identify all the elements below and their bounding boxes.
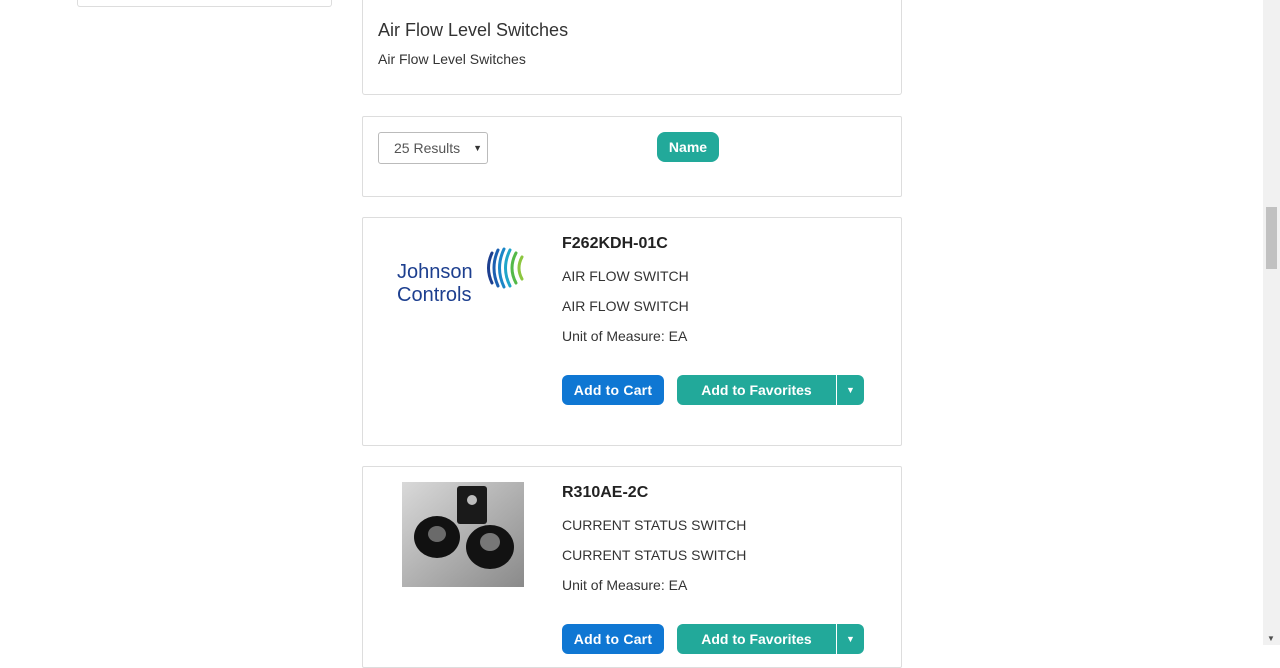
- category-header-panel: Air Flow Level Switches Air Flow Level S…: [362, 0, 902, 95]
- part-number[interactable]: F262KDH-01C: [562, 235, 668, 253]
- current-switch-photo: [402, 482, 524, 587]
- caret-down-icon: ▼: [846, 634, 855, 644]
- brand-line1: Johnson: [397, 261, 473, 283]
- uom-label: Unit of Measure:: [562, 328, 669, 344]
- results-per-page-select[interactable]: 25 Results ▼: [378, 132, 488, 164]
- page-scrollbar[interactable]: ▼: [1263, 0, 1280, 645]
- product-description-secondary: CURRENT STATUS SWITCH: [562, 547, 747, 563]
- product-image[interactable]: Johnson Controls: [395, 233, 530, 338]
- product-card: R310AE-2C CURRENT STATUS SWITCH CURRENT …: [362, 466, 902, 668]
- category-description: Air Flow Level Switches: [378, 51, 526, 67]
- johnson-controls-logo: Johnson Controls: [397, 247, 524, 306]
- add-to-cart-button[interactable]: Add to Cart: [562, 375, 664, 405]
- uom-label: Unit of Measure:: [562, 577, 669, 593]
- scrollbar-thumb[interactable]: [1266, 207, 1277, 269]
- uom-value: EA: [668, 577, 688, 593]
- product-card: Johnson Controls F262KDH-01C AIR FLOW SW…: [362, 217, 902, 446]
- sort-toolbar: 25 Results ▼ Name: [362, 116, 902, 197]
- product-description: CURRENT STATUS SWITCH: [562, 517, 747, 533]
- part-number[interactable]: R310AE-2C: [562, 484, 648, 502]
- favorites-dropdown-button[interactable]: ▼: [837, 624, 864, 654]
- unit-of-measure: Unit of Measure: EA: [562, 577, 687, 593]
- add-to-favorites-button[interactable]: Add to Favorites: [677, 375, 836, 405]
- unit-of-measure: Unit of Measure: EA: [562, 328, 687, 344]
- caret-down-icon: ▼: [473, 143, 482, 153]
- add-to-cart-button[interactable]: Add to Cart: [562, 624, 664, 654]
- product-image[interactable]: [395, 482, 530, 587]
- scroll-down-arrow-icon[interactable]: ▼: [1267, 634, 1275, 643]
- caret-down-icon: ▼: [846, 385, 855, 395]
- results-per-page-value: 25 Results: [394, 140, 461, 156]
- product-description: AIR FLOW SWITCH: [562, 268, 689, 284]
- sort-by-name-button[interactable]: Name: [657, 132, 719, 162]
- brand-line2: Controls: [397, 284, 471, 306]
- product-description-secondary: AIR FLOW SWITCH: [562, 298, 689, 314]
- add-to-favorites-button[interactable]: Add to Favorites: [677, 624, 836, 654]
- sidebar-panel: [77, 0, 332, 7]
- category-title: Air Flow Level Switches: [378, 20, 569, 40]
- favorites-dropdown-button[interactable]: ▼: [837, 375, 864, 405]
- uom-value: EA: [668, 328, 688, 344]
